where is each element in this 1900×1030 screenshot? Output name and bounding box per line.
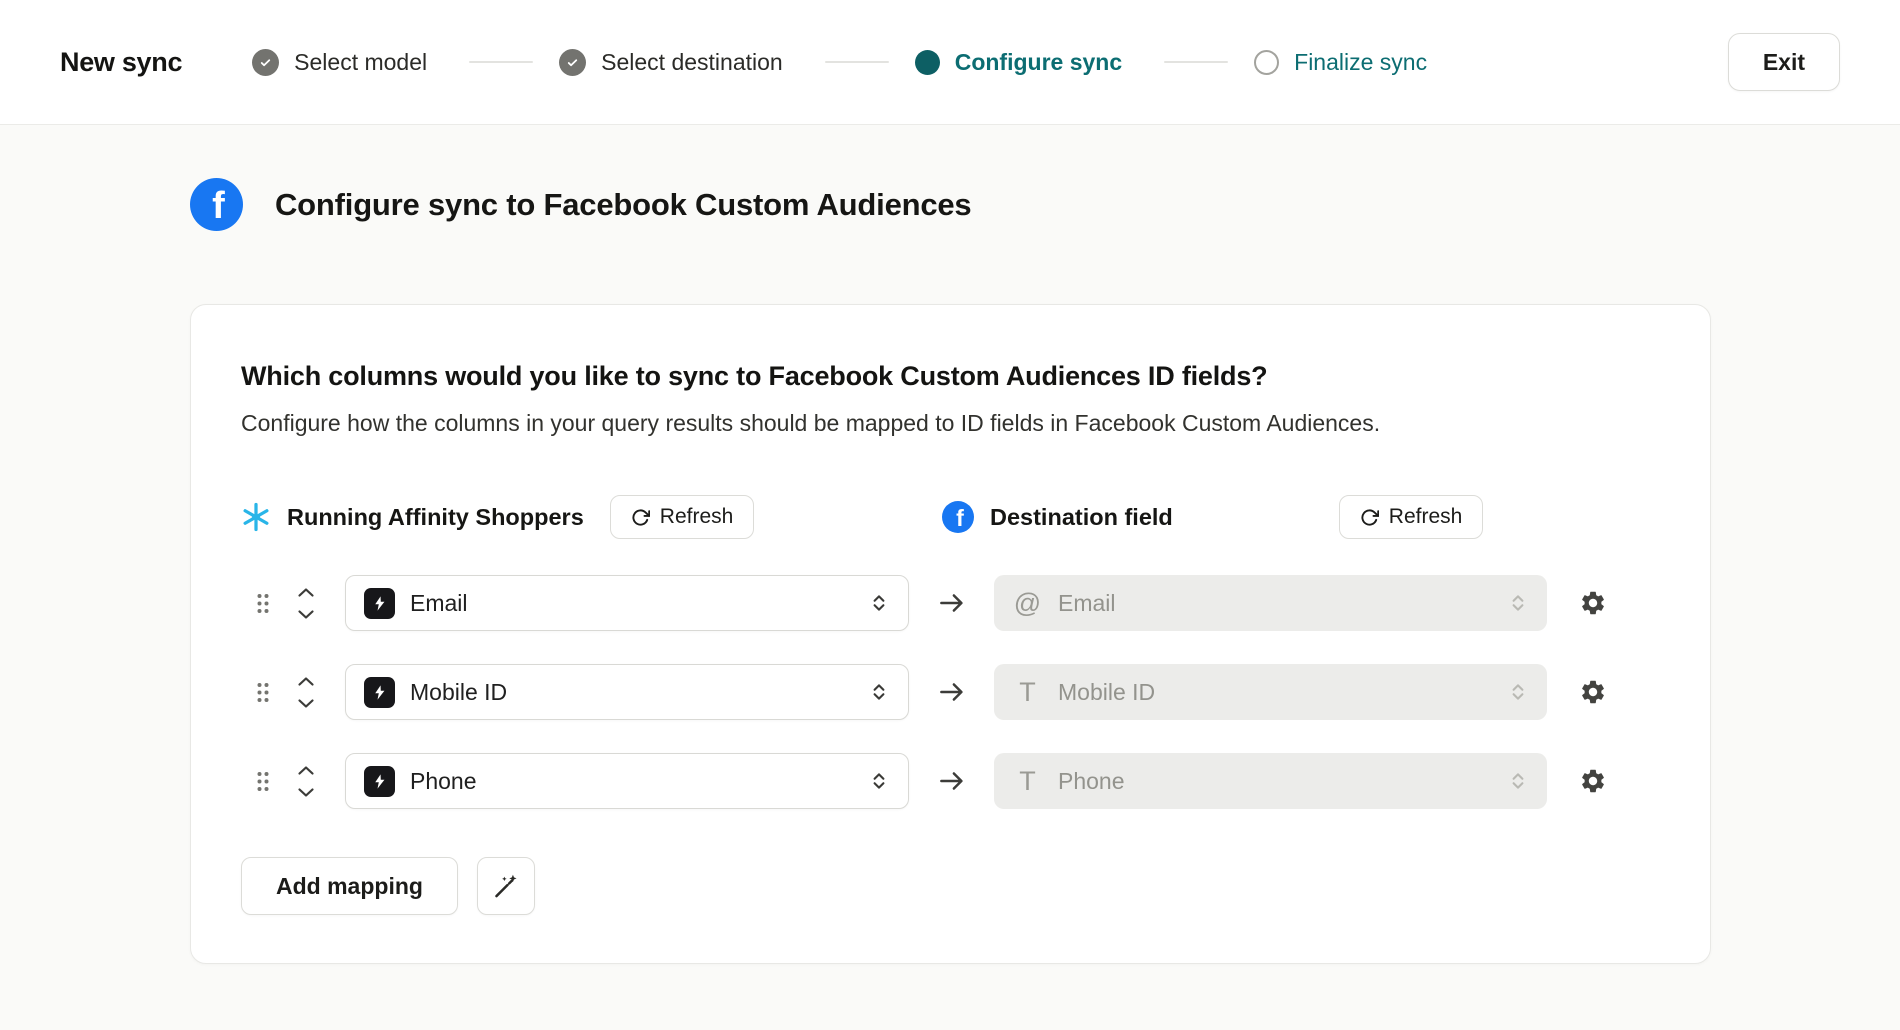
- source-column-header: Running Affinity Shoppers Refresh: [241, 495, 754, 539]
- refresh-icon: [1360, 508, 1379, 527]
- destination-refresh-button[interactable]: Refresh: [1339, 495, 1484, 539]
- column-type-icon: [364, 766, 395, 797]
- main-content: f Configure sync to Facebook Custom Audi…: [0, 125, 1900, 964]
- top-bar: New sync Select model Select destination…: [0, 0, 1900, 125]
- column-type-icon: [364, 677, 395, 708]
- step-label: Select model: [294, 49, 427, 76]
- step-connector: [469, 61, 533, 63]
- autofill-mappings-button[interactable]: [477, 857, 535, 915]
- stepper: Select model Select destination Configur…: [252, 49, 1427, 76]
- destination-field-value: Mobile ID: [1058, 679, 1155, 706]
- reorder-controls: [297, 676, 315, 709]
- columns-header: Running Affinity Shoppers Refresh f Dest…: [241, 493, 1660, 541]
- destination-field-select: @ Email: [994, 575, 1547, 631]
- check-circle-icon: [559, 49, 586, 76]
- select-chevrons-icon: [1507, 681, 1529, 703]
- destination-field-value: Phone: [1058, 768, 1125, 795]
- step-select-model[interactable]: Select model: [252, 49, 427, 76]
- gear-icon: [1579, 678, 1607, 706]
- select-chevrons-icon: [1507, 592, 1529, 614]
- at-icon: @: [1012, 588, 1043, 619]
- snowflake-icon: [241, 502, 271, 532]
- arrow-right-icon: [909, 766, 994, 796]
- facebook-icon: f: [942, 501, 974, 533]
- move-down-button[interactable]: [297, 698, 315, 709]
- row-settings-button[interactable]: [1579, 678, 1607, 706]
- wizard-title: New sync: [60, 47, 182, 78]
- destination-field-select: T Phone: [994, 753, 1547, 809]
- refresh-icon: [631, 508, 650, 527]
- destination-column-header: f Destination field Refresh: [942, 493, 1483, 541]
- drag-handle-icon[interactable]: [255, 770, 271, 793]
- select-chevrons-icon: [868, 592, 890, 614]
- destination-field-title: Destination field: [990, 504, 1173, 531]
- drag-handle-icon[interactable]: [255, 681, 271, 704]
- add-mapping-button[interactable]: Add mapping: [241, 857, 458, 915]
- gear-icon: [1579, 767, 1607, 795]
- mapping-rows: Email @ Email: [241, 575, 1660, 809]
- step-select-destination[interactable]: Select destination: [559, 49, 783, 76]
- move-up-button[interactable]: [297, 765, 315, 776]
- card-heading: Which columns would you like to sync to …: [241, 361, 1660, 392]
- source-column-select[interactable]: Phone: [345, 753, 909, 809]
- select-chevrons-icon: [868, 770, 890, 792]
- row-settings-button[interactable]: [1579, 589, 1607, 617]
- reorder-controls: [297, 765, 315, 798]
- active-dot-icon: [915, 50, 940, 75]
- move-down-button[interactable]: [297, 609, 315, 620]
- column-type-icon: [364, 588, 395, 619]
- step-label: Finalize sync: [1294, 49, 1427, 76]
- step-configure-sync[interactable]: Configure sync: [915, 49, 1122, 76]
- select-chevrons-icon: [1507, 770, 1529, 792]
- step-finalize-sync[interactable]: Finalize sync: [1254, 49, 1427, 76]
- source-column-value: Email: [410, 590, 468, 617]
- mapping-card: Which columns would you like to sync to …: [190, 304, 1711, 964]
- destination-field-select: T Mobile ID: [994, 664, 1547, 720]
- move-up-button[interactable]: [297, 676, 315, 687]
- gear-icon: [1579, 589, 1607, 617]
- mapping-row: Mobile ID T Mobile ID: [241, 664, 1660, 720]
- arrow-right-icon: [909, 677, 994, 707]
- step-label: Configure sync: [955, 49, 1122, 76]
- arrow-right-icon: [909, 588, 994, 618]
- empty-circle-icon: [1254, 50, 1279, 75]
- drag-handle-icon[interactable]: [255, 592, 271, 615]
- source-column-select[interactable]: Mobile ID: [345, 664, 909, 720]
- step-label: Select destination: [601, 49, 783, 76]
- refresh-label: Refresh: [660, 505, 734, 529]
- exit-button[interactable]: Exit: [1728, 33, 1840, 91]
- source-column-value: Mobile ID: [410, 679, 507, 706]
- mapping-row: Email @ Email: [241, 575, 1660, 631]
- row-settings-button[interactable]: [1579, 767, 1607, 795]
- move-up-button[interactable]: [297, 587, 315, 598]
- source-refresh-button[interactable]: Refresh: [610, 495, 755, 539]
- card-subheading: Configure how the columns in your query …: [241, 410, 1660, 437]
- source-column-select[interactable]: Email: [345, 575, 909, 631]
- magic-wand-icon: [492, 873, 519, 900]
- mapping-row: Phone T Phone: [241, 753, 1660, 809]
- move-down-button[interactable]: [297, 787, 315, 798]
- text-icon: T: [1012, 677, 1043, 708]
- card-actions: Add mapping: [241, 857, 1660, 915]
- source-column-value: Phone: [410, 768, 477, 795]
- page-heading: f Configure sync to Facebook Custom Audi…: [190, 178, 1900, 231]
- refresh-label: Refresh: [1389, 505, 1463, 529]
- text-icon: T: [1012, 766, 1043, 797]
- step-connector: [825, 61, 889, 63]
- facebook-icon: f: [190, 178, 243, 231]
- page-title: Configure sync to Facebook Custom Audien…: [275, 187, 971, 223]
- check-circle-icon: [252, 49, 279, 76]
- step-connector: [1164, 61, 1228, 63]
- source-model-name: Running Affinity Shoppers: [287, 504, 584, 531]
- select-chevrons-icon: [868, 681, 890, 703]
- reorder-controls: [297, 587, 315, 620]
- destination-field-value: Email: [1058, 590, 1116, 617]
